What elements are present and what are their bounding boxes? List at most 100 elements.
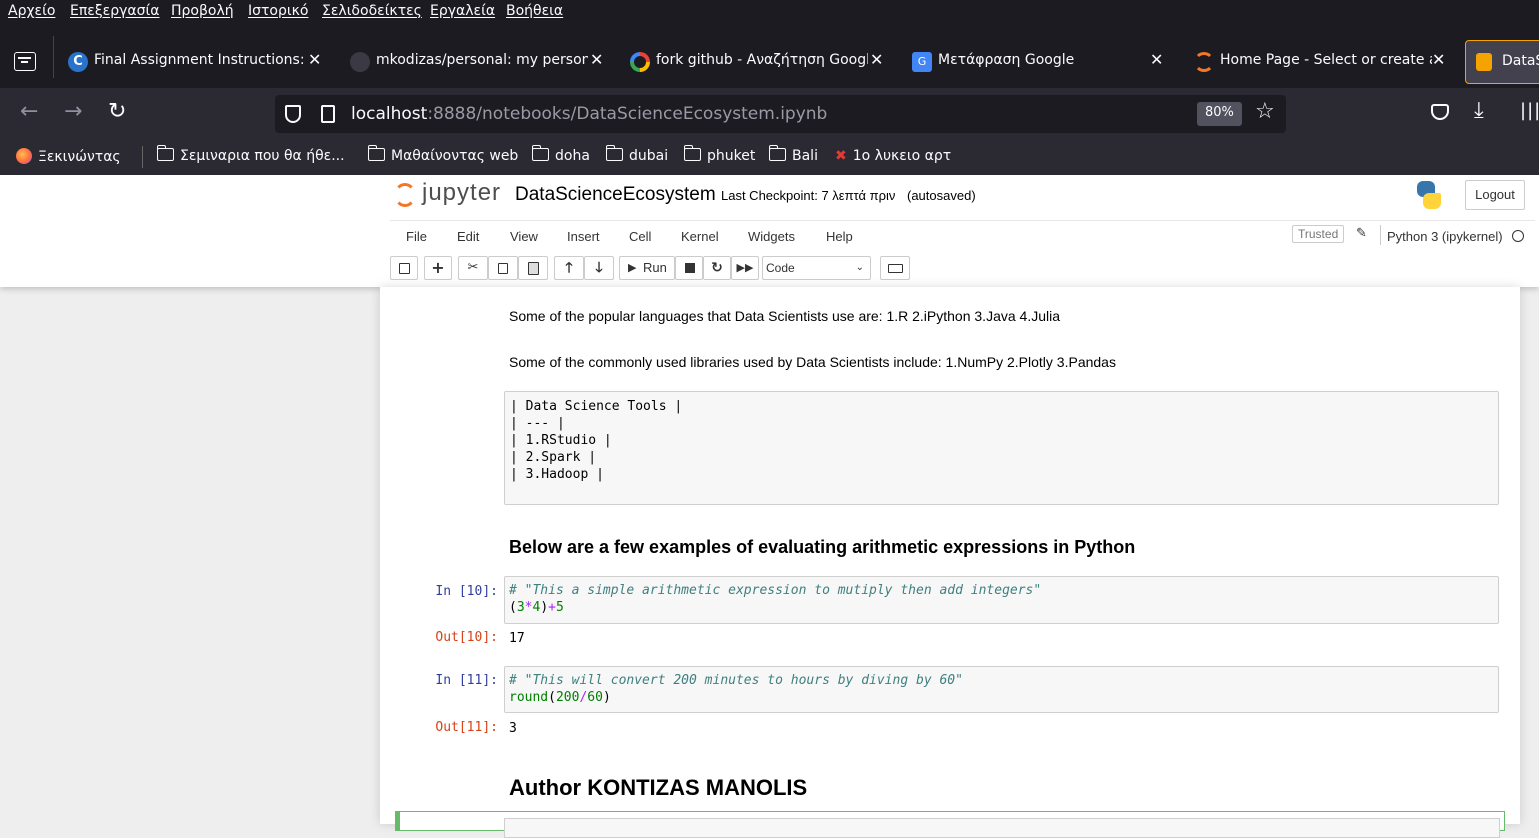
bookmark-lykeio[interactable]: ✖ 1ο λυκειο αρτ: [835, 148, 951, 164]
menu-insert[interactable]: Insert: [567, 229, 600, 244]
menu-file[interactable]: Αρχείο: [8, 3, 55, 19]
folder-icon: [156, 145, 174, 161]
bookmark-folder-doha[interactable]: doha: [531, 145, 590, 164]
logout-button[interactable]: Logout: [1465, 180, 1525, 210]
tab-google-search[interactable]: fork github - Αναζήτηση Googl ✕: [620, 40, 890, 84]
star-icon[interactable]: ☆: [1255, 99, 1275, 124]
kernel-idle-icon: [1512, 230, 1524, 242]
save-button[interactable]: [390, 256, 418, 280]
play-icon: ▶: [628, 262, 637, 274]
close-tab-icon[interactable]: ✕: [308, 50, 321, 69]
bookmark-getting-started[interactable]: Ξεκινώντας: [16, 148, 121, 165]
colorful-x-icon: ✖: [835, 148, 847, 164]
menu-history[interactable]: Ιστορικό: [248, 3, 308, 19]
paste-button[interactable]: [518, 256, 548, 280]
fast-forward-icon: ▶▶: [736, 261, 754, 274]
bookmark-folder-seminars[interactable]: Σεμιναρια που θα ήθε...: [156, 145, 345, 164]
copy-button[interactable]: [488, 256, 518, 280]
python-logo-icon: [1415, 181, 1443, 209]
menu-view[interactable]: Προβολή: [171, 3, 234, 19]
interrupt-button[interactable]: [675, 256, 703, 280]
code-cell-11[interactable]: # "This will convert 200 minutes to hour…: [504, 666, 1499, 713]
menu-cell[interactable]: Cell: [629, 229, 651, 244]
cut-button[interactable]: ✂: [458, 256, 488, 280]
notebook-container: Some of the popular languages that Data …: [380, 287, 1520, 838]
code-line: (3*4)+5: [509, 600, 564, 615]
close-tab-icon[interactable]: ✕: [590, 50, 603, 69]
close-tab-icon[interactable]: ✕: [1150, 50, 1163, 69]
selected-cell[interactable]: [395, 811, 1505, 838]
bookmark-folder-web[interactable]: Μαθαίνοντας web: [367, 145, 518, 164]
back-icon[interactable]: ←: [20, 101, 38, 123]
tab-active-datascience[interactable]: DataS: [1465, 40, 1539, 84]
close-tab-icon[interactable]: ✕: [1432, 50, 1445, 69]
tab-google-translate[interactable]: G Μετάφραση Google ✕: [902, 40, 1172, 84]
restart-run-all-button[interactable]: ▶▶: [731, 256, 759, 280]
cell-input-area[interactable]: [504, 818, 1500, 838]
author-heading[interactable]: Author KONTIZAS MANOLIS: [509, 775, 807, 801]
markdown-languages[interactable]: Some of the popular languages that Data …: [509, 308, 1060, 324]
menu-bookmarks[interactable]: Σελιδοδείκτες: [322, 3, 422, 19]
kernel-name[interactable]: Python 3 (ipykernel): [1387, 229, 1503, 244]
menu-kernel[interactable]: Kernel: [681, 229, 719, 244]
autosave-status: (autosaved): [907, 188, 976, 203]
bookmark-folder-dubai[interactable]: dubai: [605, 145, 668, 164]
code-line: round(200/60): [509, 690, 611, 705]
run-button[interactable]: ▶ Run: [619, 256, 675, 280]
bookmark-folder-bali[interactable]: Bali: [768, 145, 818, 164]
copy-icon: [498, 263, 508, 274]
firefox-icon: [16, 148, 32, 164]
library-icon[interactable]: |||: [1520, 100, 1539, 121]
edit-pencil-icon[interactable]: ✎: [1356, 226, 1367, 241]
output-prompt: Out[10]:: [435, 630, 498, 645]
arithmetic-heading[interactable]: Below are a few examples of evaluating a…: [509, 537, 1135, 558]
input-prompt: In [11]:: [435, 673, 498, 688]
page-icon[interactable]: [321, 105, 335, 123]
notebook-menubar: File Edit View Insert Cell Kernel Widget…: [390, 220, 1535, 250]
menu-file[interactable]: File: [406, 229, 427, 244]
shield-icon[interactable]: [285, 105, 301, 123]
menu-tools[interactable]: Εργαλεία: [430, 3, 495, 19]
menu-view[interactable]: View: [510, 229, 538, 244]
url-text: localhost:8888/notebooks/DataScienceEcos…: [351, 104, 828, 124]
tab-list-icon[interactable]: [14, 52, 36, 71]
restart-button[interactable]: ↻: [703, 256, 731, 280]
reload-icon[interactable]: ↻: [108, 100, 126, 124]
menu-edit[interactable]: Edit: [457, 229, 479, 244]
folder-icon: [605, 145, 623, 161]
move-down-button[interactable]: 🡓: [584, 256, 614, 280]
raw-line: | 1.RStudio |: [510, 433, 612, 448]
command-palette-button[interactable]: [880, 256, 910, 280]
tab-assignment[interactable]: C Final Assignment Instructions: C ✕: [58, 40, 328, 84]
menu-widgets[interactable]: Widgets: [748, 229, 795, 244]
chevron-down-icon: ⌄: [855, 262, 864, 273]
raw-line: | Data Science Tools |: [510, 399, 683, 414]
trusted-badge[interactable]: Trusted: [1292, 225, 1345, 243]
download-icon[interactable]: ⤓: [1474, 98, 1484, 123]
jupyter-icon: [1194, 52, 1214, 72]
add-cell-button[interactable]: +: [424, 256, 452, 280]
markdown-libraries[interactable]: Some of the commonly used libraries used…: [509, 354, 1116, 370]
raw-tools-cell[interactable]: | Data Science Tools | | --- | | 1.RStud…: [504, 391, 1499, 505]
menu-help[interactable]: Help: [826, 229, 853, 244]
input-prompt: In [10]:: [435, 584, 498, 599]
menu-help[interactable]: Βοήθεια: [506, 3, 563, 19]
raw-line: | 3.Hadoop |: [510, 467, 604, 482]
bookmark-folder-phuket[interactable]: phuket: [683, 145, 755, 164]
browser-menubar: Αρχείο Επεξεργασία Προβολή Ιστορικό Σελι…: [0, 0, 1539, 26]
menu-edit[interactable]: Επεξεργασία: [70, 3, 159, 19]
url-bar[interactable]: localhost:8888/notebooks/DataScienceEcos…: [275, 95, 1286, 133]
move-up-button[interactable]: 🡑: [554, 256, 584, 280]
tab-github[interactable]: mkodizas/personal: my persona ✕: [340, 40, 610, 84]
zoom-badge[interactable]: 80%: [1197, 102, 1242, 126]
folder-icon: [531, 145, 549, 161]
tab-jupyter-home[interactable]: Home Page - Select or create a ✕: [1184, 40, 1454, 84]
close-tab-icon[interactable]: ✕: [870, 50, 883, 69]
pocket-icon[interactable]: [1431, 104, 1449, 120]
forward-icon[interactable]: →: [64, 101, 82, 123]
cell-type-select[interactable]: Code ⌄: [762, 256, 871, 280]
raw-line: | --- |: [510, 416, 565, 431]
code-cell-10[interactable]: # "This a simple arithmetic expression t…: [504, 576, 1499, 624]
notebook-title[interactable]: DataScienceEcosystem: [515, 184, 716, 206]
output-prompt: Out[11]:: [435, 720, 498, 735]
